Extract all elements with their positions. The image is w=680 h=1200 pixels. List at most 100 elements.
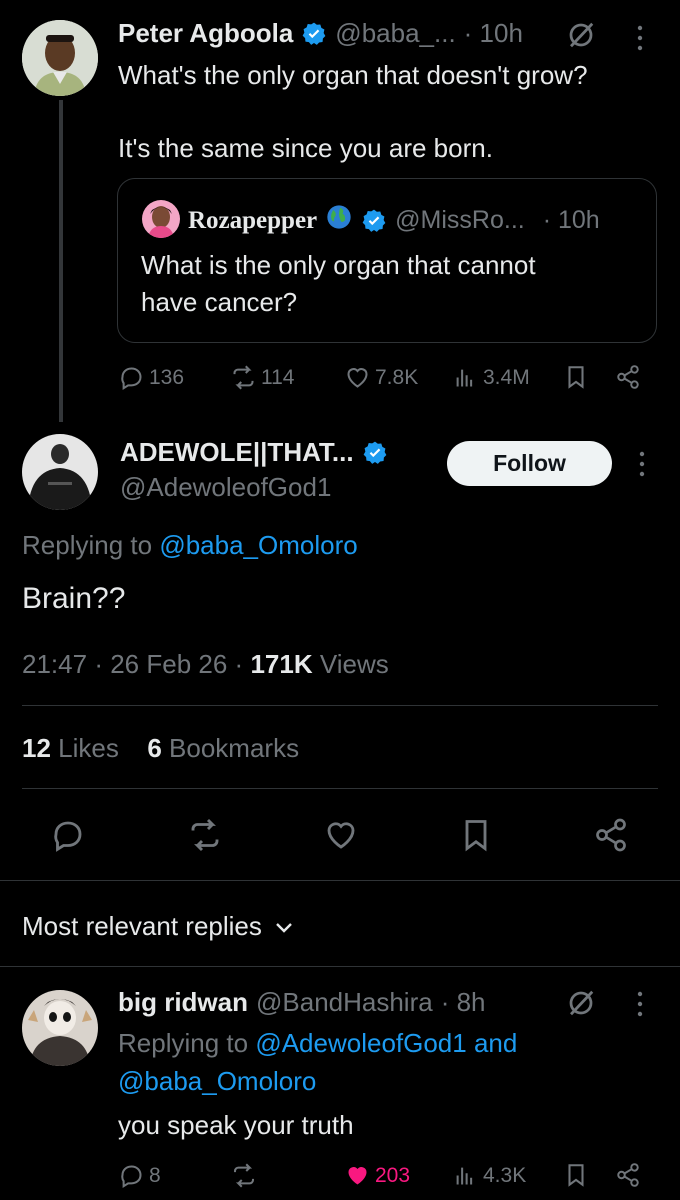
tweet-time[interactable]: · 10h [464, 18, 523, 49]
reply-icon [121, 367, 142, 391]
replies-sort-label: Most relevant replies [22, 911, 262, 941]
globe-icon [325, 203, 353, 238]
share-icon[interactable] [615, 363, 641, 391]
heart-filled-icon [348, 1167, 367, 1185]
reply-count: 8 [149, 1163, 161, 1187]
like-count: 7.8K [375, 365, 419, 389]
tweet-date[interactable]: 26 Feb 26 [110, 649, 227, 679]
share-icon[interactable] [615, 1161, 641, 1189]
views-count: 3.4M [483, 365, 530, 389]
like-button[interactable]: 203 [344, 1162, 410, 1189]
divider [22, 705, 658, 706]
parent-tweet-header: Peter Agboola @baba_... · 10h [118, 18, 523, 49]
avatar-image [142, 200, 180, 238]
reply-button[interactable]: 8 [118, 1162, 161, 1189]
reply-button[interactable]: 136 [118, 364, 184, 391]
retweet-icon [233, 365, 254, 390]
divider [0, 880, 680, 881]
quoted-author-handle: @MissRo... [395, 206, 525, 234]
likes-count: 12 [22, 733, 51, 763]
verified-badge-icon [361, 208, 387, 234]
follow-button[interactable]: Follow [447, 441, 612, 486]
author-handle[interactable]: @AdewoleofGod1 [120, 472, 331, 503]
chevron-down-icon [274, 911, 294, 942]
tweet-time[interactable]: · 8h [441, 987, 486, 1018]
views-count: 171K [250, 649, 313, 679]
verified-badge-icon [362, 440, 388, 466]
views-count: 4.3K [483, 1163, 527, 1187]
reply-text: you speak your truth [118, 1110, 354, 1140]
replying-to-link[interactable]: @baba_Omoloro [159, 530, 357, 560]
author-name[interactable]: ADEWOLE||THAT... [120, 437, 354, 468]
bookmark-icon[interactable] [458, 817, 494, 853]
views-icon [456, 1167, 473, 1185]
follow-label: Follow [493, 450, 566, 476]
reply-header: big ridwan @BandHashira · 8h [118, 987, 486, 1018]
reply-icon [121, 1165, 142, 1189]
quoted-text-line1: What is the only organ that cannot [141, 250, 536, 280]
avatar-big-ridwan[interactable] [22, 990, 98, 1066]
replying-to-link[interactable]: @baba_Omoloro [118, 1066, 316, 1097]
avatar-peter[interactable] [22, 20, 98, 96]
grok-icon[interactable] [566, 20, 596, 50]
engagement-counts: 12 Likes 6 Bookmarks [22, 733, 299, 764]
grok-icon[interactable] [566, 988, 596, 1018]
thread-line [59, 100, 63, 422]
retweet-count: 114 [261, 365, 295, 389]
bookmarks-label: Bookmarks [169, 733, 300, 763]
replying-to: Replying to @baba_Omoloro [22, 530, 358, 561]
avatar-adewole[interactable] [22, 434, 98, 510]
main-tweet-header: ADEWOLE||THAT... [120, 437, 388, 468]
retweet-button[interactable]: 114 [230, 364, 294, 391]
avatar-rozapepper [142, 200, 180, 238]
views-icon [456, 369, 473, 387]
avatar-image [22, 20, 98, 96]
replies-sort-dropdown[interactable]: Most relevant replies [22, 911, 294, 942]
bookmarks-link[interactable]: 6 Bookmarks [147, 733, 299, 763]
author-name[interactable]: Peter Agboola [118, 18, 293, 49]
quoted-author-name: Rozapepper [188, 206, 318, 234]
likes-label: Likes [58, 733, 119, 763]
divider [22, 788, 658, 789]
author-name[interactable]: big ridwan [118, 987, 248, 1018]
main-tweet-text: Brain?? [22, 582, 126, 615]
heart-icon [347, 368, 368, 388]
meta-separator: · [234, 649, 244, 679]
author-handle[interactable]: @baba_... [335, 18, 455, 49]
views-label: Views [319, 649, 389, 679]
quoted-text-line2: have cancer? [141, 287, 298, 317]
quoted-tweet-header: Rozapepper @MissRo... · 10h [188, 203, 600, 238]
avatar-image [22, 434, 98, 510]
tweet-text-line2: It's the same since you are born. [118, 133, 493, 163]
heart-icon[interactable] [323, 817, 359, 853]
divider [0, 966, 680, 967]
quoted-tweet-time: · 10h [542, 206, 600, 234]
like-count: 203 [375, 1163, 411, 1187]
meta-separator: · [94, 649, 103, 679]
replying-to-link[interactable]: @AdewoleofGod1 [255, 1028, 466, 1058]
replying-to: Replying to @AdewoleofGod1 and [118, 1028, 517, 1059]
author-handle[interactable]: @BandHashira [256, 987, 433, 1018]
like-button[interactable]: 7.8K [344, 364, 418, 391]
more-options-icon[interactable] [635, 448, 649, 480]
replying-prefix: Replying to [22, 530, 153, 560]
tweet-time[interactable]: 21:47 [22, 649, 87, 679]
retweet-icon[interactable] [230, 1162, 258, 1189]
views-button[interactable]: 3.4M [452, 364, 530, 391]
share-icon[interactable] [593, 817, 629, 853]
more-options-icon[interactable] [633, 22, 647, 54]
more-options-icon[interactable] [633, 988, 647, 1020]
replying-and: and [473, 1028, 518, 1058]
likes-link[interactable]: 12 Likes [22, 733, 126, 763]
tweet-text-line1: What's the only organ that doesn't grow? [118, 60, 588, 90]
bookmark-icon[interactable] [563, 1161, 589, 1189]
tweet-meta: 21:47 · 26 Feb 26 · 171K Views [22, 649, 389, 680]
reply-count: 136 [149, 365, 185, 389]
reply-icon[interactable] [50, 817, 86, 853]
views-button[interactable]: 4.3K [452, 1162, 526, 1189]
bookmark-icon[interactable] [563, 363, 589, 391]
avatar-image [22, 990, 98, 1066]
verified-badge-icon [301, 21, 327, 47]
retweet-icon[interactable] [186, 817, 224, 853]
replying-prefix: Replying to [118, 1028, 249, 1058]
